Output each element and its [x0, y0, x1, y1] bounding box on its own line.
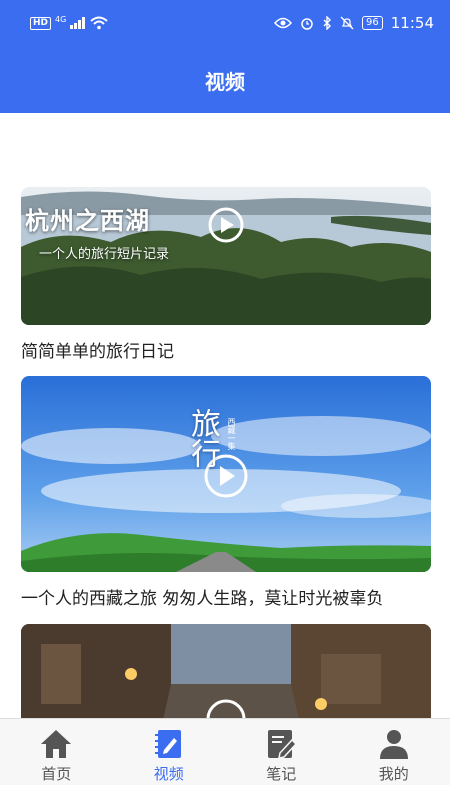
video-card[interactable]: 旅行 西藏一集 一个人的西藏之旅 匆匆人生路，莫让时光被辜负 [21, 376, 431, 609]
status-bar: HD 4G 96 11:54 [0, 0, 450, 50]
app-header: HD 4G 96 11:54 视频 [0, 0, 450, 113]
video-overlay-title: 旅行 [185, 408, 220, 468]
status-left: HD 4G [30, 14, 108, 30]
video-thumbnail[interactable] [21, 624, 431, 718]
card-top-gap [21, 113, 431, 187]
nav-home[interactable]: 首页 [0, 719, 113, 785]
nav-label: 首页 [41, 765, 72, 783]
video-notebook-icon [154, 730, 181, 758]
bluetooth-icon [323, 16, 332, 30]
nav-label: 笔记 [266, 765, 297, 783]
video-thumbnail[interactable]: 杭州之西湖 一个人的旅行短片记录 [21, 187, 431, 325]
clock: 11:54 [390, 14, 434, 32]
nav-label: 我的 [378, 765, 409, 783]
video-card[interactable] [21, 624, 431, 718]
nav-video[interactable]: 视频 [113, 719, 226, 785]
tibet-scene [21, 376, 431, 572]
alarm-icon [301, 18, 313, 30]
video-overlay-side-text: 西藏一集 [227, 418, 236, 450]
note-edit-icon [268, 730, 298, 759]
mute-icon [340, 16, 354, 30]
page-title: 视频 [205, 70, 245, 94]
person-icon [379, 730, 408, 759]
eye-icon [274, 17, 293, 29]
nav-notes[interactable]: 笔记 [225, 719, 338, 785]
video-overlay-subtitle: 一个人的旅行短片记录 [39, 247, 170, 262]
home-icon [41, 730, 72, 758]
hd-badge: HD [30, 16, 52, 30]
signal-icon [70, 17, 86, 29]
bottom-nav: 首页 视频 笔记 我的 [0, 718, 450, 785]
video-card[interactable]: 杭州之西湖 一个人的旅行短片记录 简简单单的旅行日记 [21, 113, 431, 362]
status-right: 96 11:54 [274, 14, 434, 32]
nav-label: 视频 [153, 765, 184, 783]
video-list[interactable]: 杭州之西湖 一个人的旅行短片记录 简简单单的旅行日记 旅行 西藏一集 一个人的西… [0, 113, 450, 718]
video-overlay-title: 杭州之西湖 [25, 207, 150, 235]
nav-profile[interactable]: 我的 [338, 719, 450, 785]
video-thumbnail[interactable]: 旅行 西藏一集 [21, 376, 431, 572]
signal-label: 4G [55, 14, 67, 24]
battery-indicator: 96 [362, 16, 383, 30]
old-town-scene [21, 624, 431, 718]
video-caption: 一个人的西藏之旅 匆匆人生路，莫让时光被辜负 [21, 589, 384, 609]
wifi-icon [90, 16, 108, 30]
video-caption: 简简单单的旅行日记 [21, 342, 174, 362]
